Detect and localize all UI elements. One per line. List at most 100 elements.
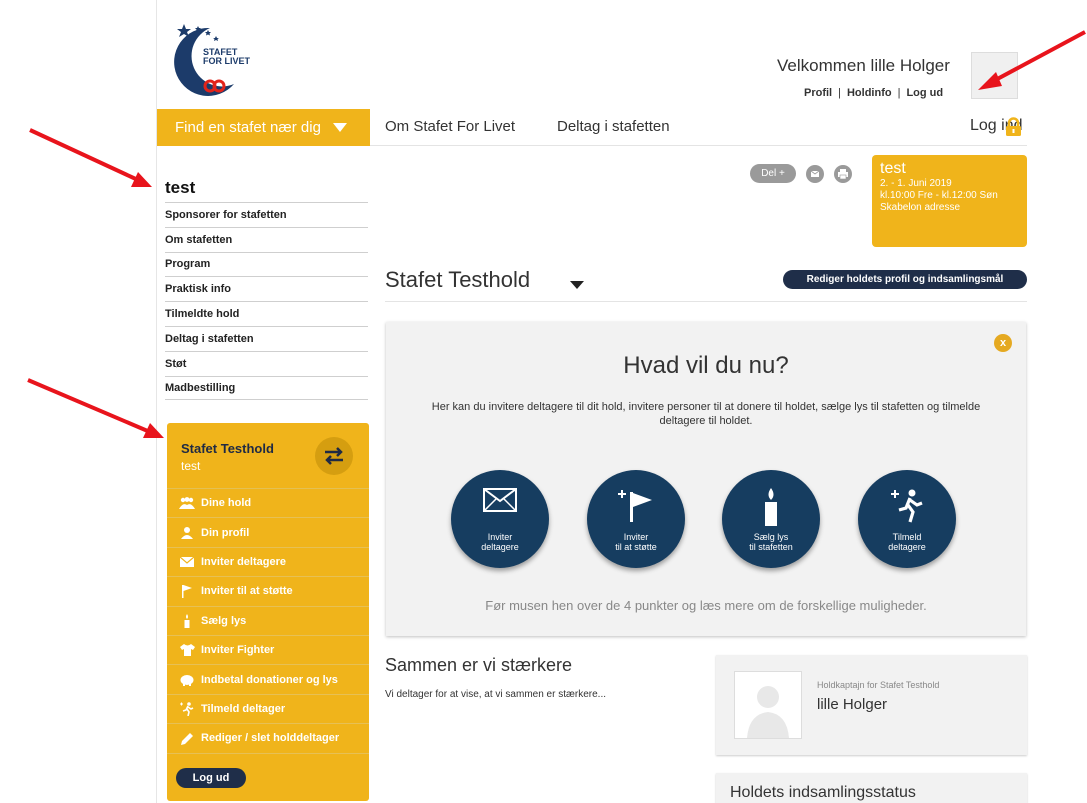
action-invite-support[interactable]: Inviter til at støtte <box>587 470 685 568</box>
action-label: Sælg lys til stafetten <box>722 532 820 552</box>
action-label: Tilmeld deltagere <box>858 532 956 552</box>
group-icon <box>179 496 195 510</box>
team-item-your-teams[interactable]: Dine hold <box>167 489 369 519</box>
action-label-line1: Inviter <box>487 532 513 542</box>
team-item-invite-participants[interactable]: Inviter deltagere <box>167 548 369 578</box>
email-share-button[interactable] <box>806 165 824 183</box>
person-placeholder-icon <box>747 686 789 738</box>
event-times: kl.10:00 Fre - kl.12:00 Søn <box>880 190 998 201</box>
tshirt-icon <box>179 643 195 657</box>
runner-icon <box>179 702 195 716</box>
team-item-label: Dine hold <box>201 497 252 510</box>
holdinfo-link[interactable]: Holdinfo <box>847 87 892 99</box>
team-item-edit-delete-member[interactable]: Rediger / slet holddeltager <box>167 724 369 754</box>
team-name: Stafet Testhold <box>181 441 274 456</box>
find-relay-dropdown[interactable]: Find en stafet nær dig <box>157 109 370 146</box>
printer-icon <box>838 169 848 180</box>
team-item-label: Inviter deltagere <box>201 555 286 568</box>
team-item-label: Indbetal donationer og lys <box>201 673 338 686</box>
what-now-description: Her kan du invitere deltagere til dit ho… <box>431 401 981 427</box>
nav-divider <box>370 145 1027 146</box>
lock-icon <box>1006 117 1021 136</box>
action-label-line1: Sælg lys <box>753 532 789 542</box>
candle-icon <box>722 488 820 526</box>
sidebar-item-about[interactable]: Om stafetten <box>165 226 368 252</box>
action-label-line2: til stafetten <box>749 542 793 552</box>
runner-icon <box>858 488 956 524</box>
team-item-label: Inviter til at støtte <box>201 585 293 598</box>
event-dates: 2. - 1. Juni 2019 <box>880 178 952 189</box>
flag-icon <box>587 488 685 522</box>
captain-name[interactable]: lille Holger <box>817 696 887 713</box>
pencil-icon <box>179 731 195 745</box>
swap-arrows-icon <box>325 447 343 465</box>
sidebar-item-support[interactable]: Støt <box>165 350 368 376</box>
action-label: Inviter til at støtte <box>587 532 685 552</box>
action-label-line1: Inviter <box>623 532 649 542</box>
logout-button[interactable]: Log ud <box>176 768 246 788</box>
event-address: Skabelon adresse <box>880 202 961 213</box>
caret-down-icon[interactable] <box>570 281 584 289</box>
sidebar-item-participate[interactable]: Deltag i stafetten <box>165 325 368 351</box>
team-item-label: Inviter Fighter <box>201 644 275 657</box>
team-item-invite-fighter[interactable]: Inviter Fighter <box>167 636 369 666</box>
switch-team-button[interactable] <box>315 437 353 475</box>
logout-link[interactable]: Log ud <box>906 87 943 99</box>
team-item-register-participant[interactable]: Tilmeld deltager <box>167 695 369 725</box>
arrow-icon <box>27 378 164 438</box>
captain-role: Holdkaptajn for Stafet Testhold <box>817 680 940 690</box>
team-item-invite-support[interactable]: Inviter til at støtte <box>167 577 369 607</box>
sidebar-item-sponsors[interactable]: Sponsorer for stafetten <box>165 202 368 227</box>
flag-icon <box>179 584 195 598</box>
close-panel-button[interactable]: x <box>994 334 1012 352</box>
what-now-footer: Før musen hen over de 4 punkter og læs m… <box>485 598 927 613</box>
team-item-label: Sælg lys <box>201 614 247 627</box>
action-invite-participants[interactable]: Inviter deltagere <box>451 470 549 568</box>
team-item-your-profile[interactable]: Din profil <box>167 518 369 548</box>
caret-down-icon <box>332 123 347 132</box>
action-label-line2: deltagere <box>481 542 519 552</box>
share-button[interactable]: Del + <box>750 164 796 183</box>
what-now-panel: x Hvad vil du nu? Her kan du invitere de… <box>386 322 1026 636</box>
profile-link[interactable]: Profil <box>804 87 832 99</box>
what-now-heading: Hvad vil du nu? <box>623 352 789 379</box>
event-title: test <box>880 160 906 177</box>
action-label: Inviter deltagere <box>451 532 549 552</box>
about-team-text: Vi deltager for at vise, at vi sammen er… <box>385 689 607 700</box>
edit-team-profile-button[interactable]: Rediger holdets profil og indsamlingsmål <box>783 270 1027 289</box>
team-item-sell-candles[interactable]: Sælg lys <box>167 607 369 636</box>
nav-item-about[interactable]: Om Stafet For Livet <box>385 118 515 135</box>
sidebar-item-practical-info[interactable]: Praktisk info <box>165 276 368 301</box>
envelope-icon <box>179 555 195 569</box>
team-page-title[interactable]: Stafet Testhold <box>385 267 530 293</box>
captain-avatar[interactable] <box>734 671 802 739</box>
team-item-label: Rediger / slet holddeltager <box>201 732 340 745</box>
person-icon <box>179 526 195 540</box>
user-avatar[interactable] <box>971 52 1018 99</box>
sidebar-item-program[interactable]: Program <box>165 251 368 277</box>
envelope-icon <box>810 170 820 177</box>
envelope-icon <box>451 488 549 512</box>
team-menu: Dine hold Din profil Inviter deltagere I… <box>167 489 369 754</box>
find-relay-label: Find en stafet nær dig <box>175 119 321 136</box>
team-item-label: Tilmeld deltager <box>201 702 286 715</box>
nav-item-participate[interactable]: Deltag i stafetten <box>557 118 670 135</box>
team-item-label: Din profil <box>201 526 250 539</box>
action-label-line2: deltagere <box>888 542 926 552</box>
logo-text: STAFET FOR LIVET <box>203 48 250 66</box>
action-register-participants[interactable]: Tilmeld deltagere <box>858 470 956 568</box>
print-button[interactable] <box>834 165 852 183</box>
logo-line-2: FOR LIVET <box>203 56 250 66</box>
action-sell-candles[interactable]: Sælg lys til stafetten <box>722 470 820 568</box>
fundraising-status-title: Holdets indsamlingsstatus <box>730 784 916 801</box>
sidebar-item-registered-teams[interactable]: Tilmeldte hold <box>165 301 368 326</box>
link-separator: | <box>838 87 841 99</box>
sidebar-item-food-order[interactable]: Madbestilling <box>165 375 368 401</box>
event-sidebar-menu: Sponsorer for stafetten Om stafetten Pro… <box>165 202 368 401</box>
link-separator: | <box>897 87 901 99</box>
event-info-box: test 2. - 1. Juni 2019 kl.10:00 Fre - kl… <box>872 155 1027 247</box>
team-captain-card: Holdkaptajn for Stafet Testhold lille Ho… <box>716 655 1027 755</box>
action-label-line2: til at støtte <box>615 542 657 552</box>
team-item-pay-donations[interactable]: Indbetal donationer og lys <box>167 665 369 695</box>
event-sidebar-title: test <box>165 178 196 197</box>
